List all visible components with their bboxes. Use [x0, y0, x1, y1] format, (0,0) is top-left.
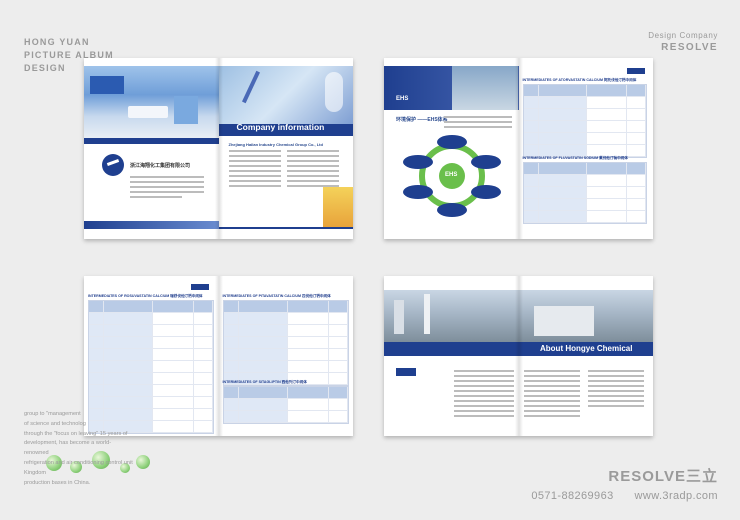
- brand-right-line-2: RESOLVE: [661, 42, 718, 53]
- spread1-right-page: Company information Zhejiang Hailan Indu…: [218, 58, 353, 239]
- company-name-cn: 浙江海翔化工集团有限公司: [130, 163, 191, 169]
- right-col-text-1: [228, 150, 281, 190]
- sitagliptin-table-title: INTERMEDIATES OF SITAGLIPTIN 西他列汀中间体: [222, 380, 307, 384]
- lab-photo: [218, 66, 353, 124]
- about-col-2: [524, 370, 580, 420]
- company-logo-icon: [102, 154, 124, 176]
- pitavastatin-table-title: INTERMEDIATES OF PITAVASTATIN CALCIUM 匹伐…: [222, 294, 331, 298]
- atorvastatin-table-title: INTERMEDIATES OF ATORVASTATIN CALCIUM 阿托…: [522, 78, 637, 82]
- hongye-logo-icon: [627, 68, 645, 74]
- spread1-fold: [214, 58, 223, 239]
- spread3-right-page: INTERMEDIATES OF PITAVASTATIN CALCIUM 匹伐…: [218, 276, 353, 436]
- footer-line-2: of science and technolog: [24, 420, 86, 427]
- spread4-fold: [514, 276, 523, 436]
- about-col-1: [454, 370, 514, 420]
- company-intro-text: [130, 176, 204, 201]
- company-name-en: Zhejiang Hailan Industry Chemical Group …: [228, 142, 323, 147]
- brand-right: Design Company RESOLVE: [648, 30, 718, 54]
- worker-photo: [452, 66, 518, 110]
- brand-line-1: HONG YUAN: [24, 37, 90, 47]
- footer-line-1: group to "management: [24, 411, 81, 417]
- phone-number: 0571-88269963: [531, 490, 614, 502]
- fluvastatin-table-title: INTERMEDIATES OF FLUVASTATIN SODIUM 氟伐他汀…: [522, 156, 628, 160]
- contact-info: 0571-88269963 www.3radp.com: [531, 490, 718, 502]
- ehs-cn-title: 环境保护 ——EHS体系: [396, 117, 448, 123]
- office-photo: [84, 66, 219, 138]
- right-col-text-2: [286, 150, 339, 190]
- left-blue-strip: [84, 138, 219, 144]
- resolve-logo: RESOLVE三立: [608, 468, 718, 485]
- banner-title: Company information: [236, 122, 325, 132]
- fluvastatin-table: [522, 162, 647, 224]
- sitagliptin-table: [222, 386, 349, 424]
- ehs-center-label: EHS: [445, 172, 458, 178]
- spread1-left-page: 浙江海翔化工集团有限公司: [84, 58, 219, 239]
- ehs-text: [444, 116, 512, 131]
- spread2-fold: [514, 58, 523, 239]
- pitavastatin-table: [222, 300, 349, 386]
- spread2-left-page: EHS 环境保护 ——EHS体系 EHS: [384, 58, 519, 239]
- footer-line-4: development, has become a world-renowned: [24, 440, 112, 457]
- footer-line-3: through the "focus on leaving" 15 years …: [24, 430, 128, 437]
- footer-description: group to "management of science and tech…: [24, 410, 134, 488]
- about-banner-title: About Hongye Chemical: [540, 344, 633, 353]
- about-col-3: [588, 370, 644, 410]
- footer-line-6: production bases in China.: [24, 479, 91, 486]
- ehs-label: EHS: [396, 96, 409, 102]
- spread2-right-page: INTERMEDIATES OF ATORVASTATIN CALCIUM 阿托…: [518, 58, 653, 239]
- spread-ehs: EHS 环境保护 ——EHS体系 EHS INTERMEDIATES OF AT…: [384, 58, 653, 239]
- hongye-logo-icon-2: [190, 284, 209, 290]
- website-link[interactable]: www.3radp.com: [635, 490, 718, 502]
- spread3-fold: [214, 276, 223, 436]
- spread-company-information: 浙江海翔化工集团有限公司 Company information Zhejian…: [84, 58, 353, 239]
- atorvastatin-table: [522, 84, 647, 158]
- brand-right-line-1: Design Company: [648, 31, 718, 40]
- beaker-photo: [323, 187, 353, 227]
- spread-about-hongye: About Hongye Chemical: [384, 276, 653, 436]
- hongye-logo-icon-3: [396, 368, 416, 376]
- footer-line-5: refrigeration and air conditioning contr…: [24, 459, 133, 476]
- rosuvastatin-table-title: INTERMEDIATES OF ROSUVASTATIN CALCIUM 瑞舒…: [88, 294, 203, 298]
- left-bottom-band: [84, 221, 219, 229]
- right-bottom-band: [218, 227, 353, 229]
